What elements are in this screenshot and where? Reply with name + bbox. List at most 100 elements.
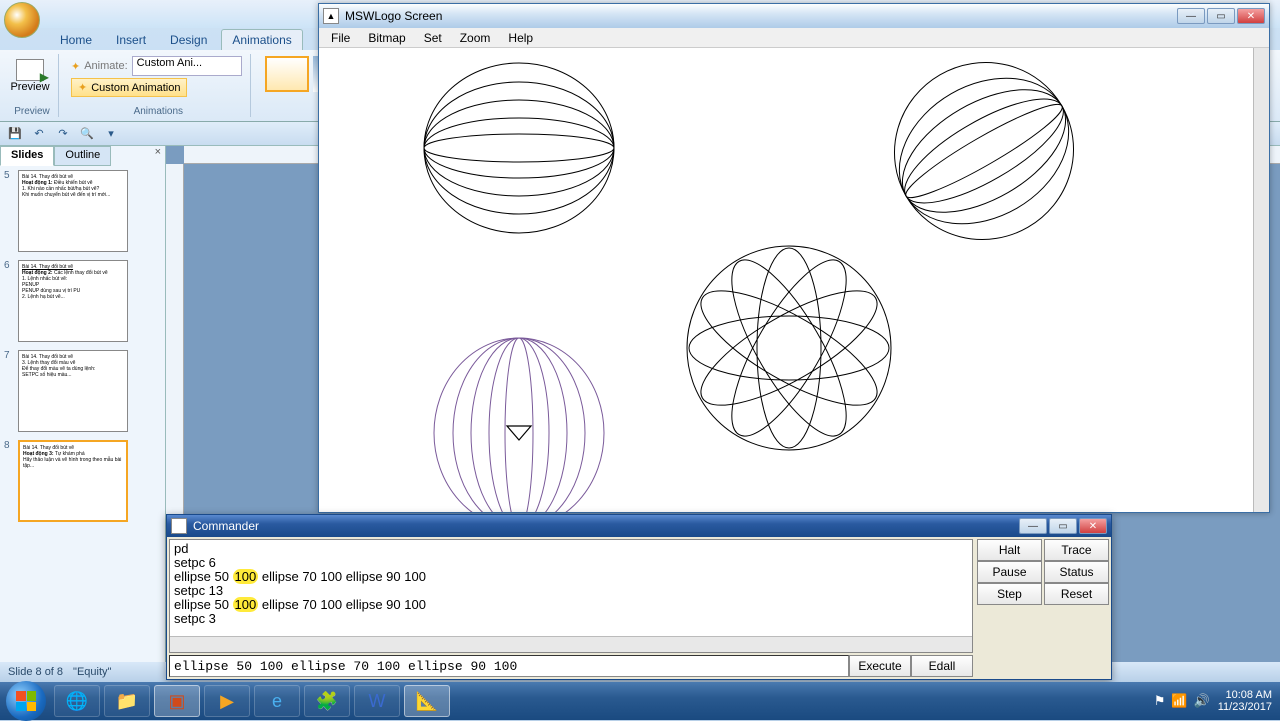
slide-indicator: Slide 8 of 8 [8,666,63,678]
tray-network-icon[interactable]: 📶 [1171,693,1187,709]
tray-volume-icon[interactable]: 🔊 [1194,693,1210,709]
tab-design[interactable]: Design [160,30,217,50]
save-icon[interactable]: 💾 [6,125,24,143]
halt-button[interactable]: Halt [977,539,1042,561]
slides-panel: Slides Outline × 5 Bài 14. Thay đổi bút … [0,146,166,666]
transition-thumb-1[interactable] [265,56,309,92]
slide-item[interactable]: 6 Bài 14. Thay đổi bút vẽHoạt động 2: Cá… [4,260,161,342]
undo-icon[interactable]: ↶ [30,125,48,143]
slide-thumbnail[interactable]: Bài 14. Thay đổi bút vẽHoạt động 3: Tự k… [18,440,128,522]
slide-item[interactable]: 8 Bài 14. Thay đổi bút vẽHoạt động 3: Tự… [4,440,161,522]
mswlogo-window: ▲ MSWLogo Screen — ▭ ✕ File Bitmap Set Z… [318,3,1270,513]
execute-button[interactable]: Execute [849,655,911,677]
command-input[interactable] [169,655,849,677]
history-box[interactable]: pd setpc 6 ellipse 50 100 ellipse 70 100… [169,539,973,653]
custom-animation-button[interactable]: ✦ Custom Animation [71,78,187,97]
status-button[interactable]: Status [1044,561,1109,583]
taskbar: 🌐 📁 ▣ ▶ e 🧩 W 📐 ⚑ 📶 🔊 10:08 AM 11/23/201… [0,682,1280,720]
menu-file[interactable]: File [323,29,358,47]
animate-icon: ✦ [71,60,80,73]
edall-button[interactable]: Edall [911,655,973,677]
windows-icon [16,691,36,711]
mswlogo-title: MSWLogo Screen [345,9,442,23]
slide-item[interactable]: 5 Bài 14. Thay đổi bút vẽHoạt động 1: Đi… [4,170,161,252]
menu-set[interactable]: Set [416,29,450,47]
office-button[interactable] [4,2,40,38]
commander-buttons: Halt Trace Pause Status Step Reset [975,537,1111,679]
slide-number: 8 [4,440,14,522]
taskbar-powerpoint[interactable]: ▣ [154,685,200,717]
history-scrollbar[interactable] [170,636,972,652]
taskbar-app[interactable]: 🧩 [304,685,350,717]
outline-tab[interactable]: Outline [54,146,111,166]
close-button[interactable]: ✕ [1237,8,1265,24]
taskbar-media[interactable]: ▶ [204,685,250,717]
group-label-animations: Animations [67,106,250,117]
theme-indicator: "Equity" [73,666,111,678]
commander-title: Commander [193,519,259,533]
tab-insert[interactable]: Insert [106,30,156,50]
menu-bitmap[interactable]: Bitmap [360,29,413,47]
animate-label: Animate: [84,60,127,72]
taskbar-mswlogo[interactable]: 📐 [404,685,450,717]
panel-close-icon[interactable]: × [151,146,165,166]
tray-flag-icon[interactable]: ⚑ [1154,693,1166,709]
mswlogo-icon: ▲ [323,8,339,24]
preview-button[interactable]: Preview [10,54,50,98]
drawing-flower [679,238,899,458]
taskbar-word[interactable]: W [354,685,400,717]
commander-titlebar[interactable]: Commander — ▭ ✕ [167,515,1111,537]
drawing-sphere-horizontal [419,58,619,238]
system-tray: ⚑ 📶 🔊 10:08 AM 11/23/2017 [1146,689,1280,713]
slide-number: 7 [4,350,14,432]
qat-more-icon[interactable]: ▾ [102,125,120,143]
clock[interactable]: 10:08 AM 11/23/2017 [1218,689,1272,713]
menu-zoom[interactable]: Zoom [452,29,499,47]
trace-button[interactable]: Trace [1044,539,1109,561]
star-icon: ✦ [78,81,87,94]
step-button[interactable]: Step [977,583,1042,605]
group-animations: ✦ Animate: Custom Ani... ✦ Custom Animat… [67,54,251,117]
menu-help[interactable]: Help [500,29,541,47]
tab-home[interactable]: Home [50,30,102,50]
close-button[interactable]: ✕ [1079,518,1107,534]
slide-thumbnail[interactable]: Bài 14. Thay đổi bút vẽ3. Lệnh thay đổi … [18,350,128,432]
reset-button[interactable]: Reset [1044,583,1109,605]
redo-icon[interactable]: ↷ [54,125,72,143]
taskbar-chrome[interactable]: 🌐 [54,685,100,717]
tab-animations[interactable]: Animations [221,29,302,50]
slide-number: 5 [4,170,14,252]
taskbar-explorer[interactable]: 📁 [104,685,150,717]
slide-list[interactable]: 5 Bài 14. Thay đổi bút vẽHoạt động 1: Đi… [0,166,165,666]
history-text: pd setpc 6 ellipse 50 100 ellipse 70 100… [170,540,972,636]
maximize-button[interactable]: ▭ [1207,8,1235,24]
group-label-preview: Preview [6,106,58,117]
slides-tab[interactable]: Slides [0,146,54,166]
minimize-button[interactable]: — [1177,8,1205,24]
mswlogo-titlebar[interactable]: ▲ MSWLogo Screen — ▭ ✕ [319,4,1269,28]
scrollbar-vertical[interactable] [1253,48,1269,512]
clock-date: 11/23/2017 [1218,701,1272,713]
turtle-icon [507,426,531,440]
taskbar-ie[interactable]: e [254,685,300,717]
minimize-button[interactable]: — [1019,518,1047,534]
print-preview-icon[interactable]: 🔍 [78,125,96,143]
animate-select[interactable]: Custom Ani... [132,56,242,76]
drawing-sphere-tilted [884,56,1084,246]
pause-button[interactable]: Pause [977,561,1042,583]
group-preview: Preview Preview [6,54,59,117]
slide-thumbnail[interactable]: Bài 14. Thay đổi bút vẽHoạt động 2: Các … [18,260,128,342]
slide-number: 6 [4,260,14,342]
maximize-button[interactable]: ▭ [1049,518,1077,534]
start-button[interactable] [6,681,46,721]
slide-item[interactable]: 7 Bài 14. Thay đổi bút vẽ3. Lệnh thay đổ… [4,350,161,432]
drawing-sphere-vertical [419,333,619,512]
clock-time: 10:08 AM [1218,689,1272,701]
mswlogo-canvas[interactable] [319,48,1269,512]
custom-anim-label: Custom Animation [91,82,180,94]
preview-icon [16,59,44,81]
slide-thumbnail[interactable]: Bài 14. Thay đổi bút vẽHoạt động 1: Điều… [18,170,128,252]
commander-window: Commander — ▭ ✕ pd setpc 6 ellipse 50 10… [166,514,1112,680]
commander-icon [171,518,187,534]
mswlogo-menubar: File Bitmap Set Zoom Help [319,28,1269,48]
